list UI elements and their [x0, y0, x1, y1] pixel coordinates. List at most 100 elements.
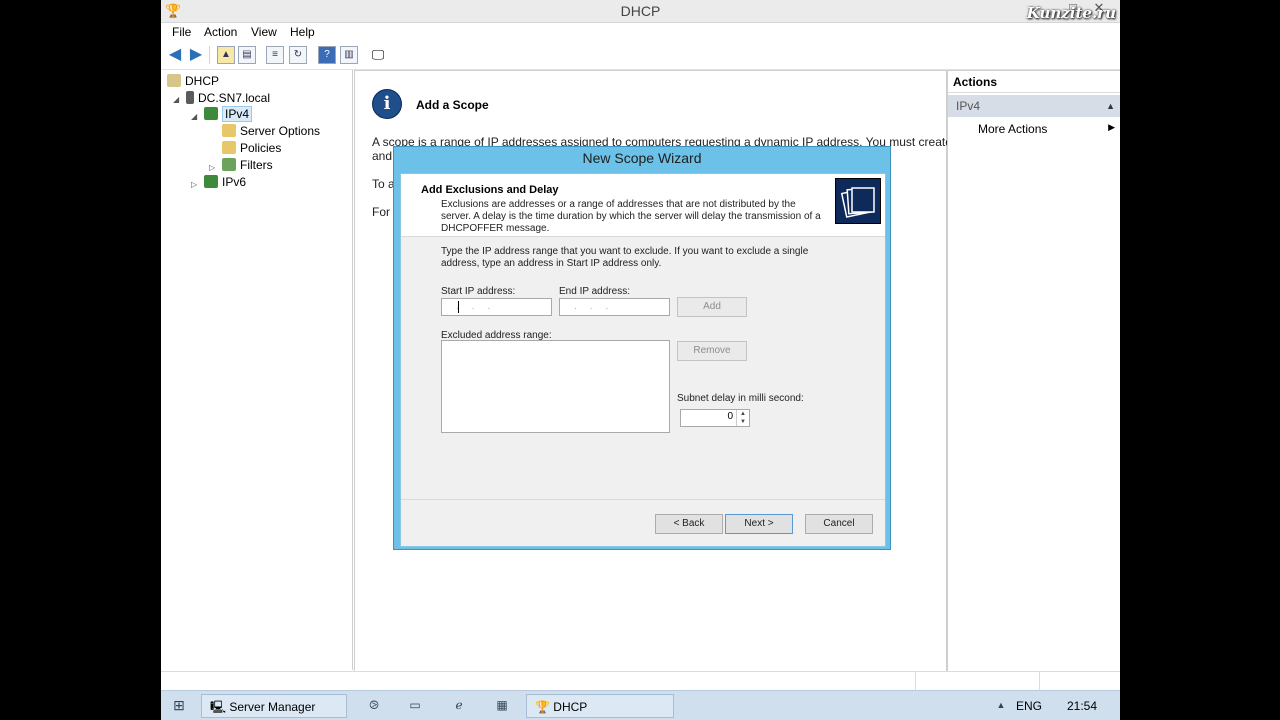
tree-label: DC.SN7.local	[198, 91, 271, 105]
app-grid-icon[interactable]: ▦	[494, 697, 510, 713]
tree-label: Server Options	[240, 124, 321, 138]
toolbar: ◀ ▶ ▲ ▤ ≡ ↻ ? ▥ 🖵	[161, 43, 1120, 70]
next-button[interactable]: Next >	[725, 514, 793, 534]
tree-item-server-options[interactable]: Server Options	[222, 124, 320, 140]
ip-dots: ...	[456, 301, 504, 312]
dhcp-taskbar-icon: 🏆	[535, 700, 550, 714]
server-icon	[186, 91, 194, 104]
title-bar: 🏆 DHCP _ □ ✕ Kunzite.ru	[161, 0, 1120, 23]
back-button[interactable]: < Back	[655, 514, 723, 534]
internet-explorer-icon[interactable]: ℯ	[451, 697, 467, 713]
collapse-up-icon[interactable]: ▲	[1106, 95, 1115, 117]
ipv4-icon	[204, 107, 218, 120]
start-ip-input[interactable]: ...	[441, 298, 552, 316]
tree-item-ipv6[interactable]: IPv6	[204, 175, 246, 191]
subnet-delay-spinner[interactable]: 0 ▲ ▼	[680, 409, 750, 427]
subnet-delay-label: Subnet delay in milli second:	[677, 393, 804, 404]
dialog-title: New Scope Wizard	[582, 150, 702, 166]
spinner-arrows-icon[interactable]: ▲ ▼	[736, 410, 749, 426]
remove-button[interactable]: Remove	[677, 341, 747, 361]
submenu-arrow-icon: ▶	[1108, 122, 1115, 132]
policies-icon	[222, 141, 236, 154]
tree-label: Filters	[240, 158, 273, 172]
back-arrow-icon[interactable]: ◀	[166, 46, 184, 64]
actions-section-ipv4[interactable]: IPv4 ▲	[948, 95, 1120, 117]
actions-pane: Actions IPv4 ▲ More Actions ▶	[947, 70, 1120, 672]
more-actions-link[interactable]: More Actions	[978, 122, 1047, 136]
forward-arrow-icon[interactable]: ▶	[187, 46, 205, 64]
tree-label: Policies	[240, 141, 282, 155]
window-title: DHCP	[620, 3, 661, 19]
end-ip-input[interactable]: ...	[559, 298, 670, 316]
tree-item-policies[interactable]: Policies	[222, 141, 281, 157]
tree-item-dhcp[interactable]: DHCP	[167, 74, 219, 90]
menu-file[interactable]: File	[172, 25, 191, 39]
properties-icon[interactable]: ≡	[266, 46, 284, 64]
tree-label-selected: IPv4	[222, 106, 253, 122]
subnet-delay-value: 0	[727, 411, 733, 422]
taskbar-dhcp[interactable]: 🏆 DHCP	[526, 694, 674, 718]
wizard-header: Add Exclusions and Delay Exclusions are …	[401, 174, 885, 237]
dialog-client: Add Exclusions and Delay Exclusions are …	[400, 173, 886, 547]
wizard-folders-icon	[835, 178, 881, 224]
status-cell	[915, 672, 916, 691]
menu-action[interactable]: Action	[204, 25, 237, 39]
server-options-icon	[222, 124, 236, 137]
page-heading: Add a Scope	[416, 98, 489, 112]
new-scope-wizard-dialog: New Scope Wizard Add Exclusions and Dela…	[393, 146, 891, 550]
powershell-icon[interactable]: ⧁	[366, 697, 382, 713]
toolbar-separator	[209, 46, 210, 64]
refresh-icon[interactable]: ↻	[289, 46, 307, 64]
instructions-text: Type the IP address range that you want …	[441, 246, 809, 269]
taskbar-server-manager[interactable]: 🖳 Server Manager	[201, 694, 347, 718]
monitor-icon[interactable]: 🖵	[369, 46, 387, 64]
action-pane-icon[interactable]: ▥	[340, 46, 358, 64]
status-cell	[1039, 672, 1040, 691]
language-indicator[interactable]: ENG	[1016, 694, 1042, 718]
actions-header: Actions	[948, 71, 1120, 93]
add-button[interactable]: Add	[677, 297, 747, 317]
description-text: and	[372, 149, 393, 163]
cancel-button[interactable]: Cancel	[805, 514, 873, 534]
end-ip-label: End IP address:	[559, 286, 630, 297]
collapse-arrow-icon[interactable]: ◢	[173, 95, 179, 104]
collapse-arrow-icon[interactable]: ◢	[191, 112, 197, 121]
server-manager-icon: 🖳	[210, 700, 227, 714]
desktop-screen: 🏆 DHCP _ □ ✕ Kunzite.ru File Action View H…	[161, 0, 1120, 720]
menu-help[interactable]: Help	[290, 25, 315, 39]
start-ip-label: Start IP address:	[441, 286, 516, 297]
menu-view[interactable]: View	[251, 25, 277, 39]
expand-arrow-icon[interactable]: ▷	[191, 180, 197, 189]
excluded-range-list[interactable]	[441, 340, 670, 433]
tree-label: IPv6	[222, 175, 247, 189]
tree-item-server[interactable]: DC.SN7.local	[186, 91, 270, 107]
ip-dots: ...	[574, 301, 622, 312]
footer-divider	[401, 499, 885, 500]
folder-up-icon[interactable]: ▲	[217, 46, 235, 64]
taskbar-label: DHCP	[553, 700, 588, 714]
expand-arrow-icon[interactable]: ▷	[209, 163, 215, 172]
tree-item-filters[interactable]: Filters	[222, 158, 273, 174]
console-tree: DHCP ◢ DC.SN7.local ◢ IPv4 Server Option…	[161, 70, 353, 670]
filters-icon	[222, 158, 236, 171]
description-text: To a	[372, 177, 395, 191]
start-windows-icon[interactable]: ⊞	[171, 697, 187, 713]
file-explorer-icon[interactable]: ▭	[407, 697, 423, 713]
info-icon: i	[372, 89, 402, 119]
details-pane: i Add a Scope A scope is a range of IP a…	[354, 70, 952, 672]
tree-item-ipv4[interactable]: IPv4	[204, 106, 253, 123]
taskbar: ⊞ 🖳 Server Manager ⧁ ▭ ℯ ▦ 🏆 DHCP ▲ ENG …	[161, 690, 1120, 720]
watermark: Kunzite.ru	[1026, 4, 1116, 22]
status-bar	[161, 671, 1120, 691]
wizard-page-description: Exclusions are addresses or a range of a…	[441, 199, 821, 234]
help-icon[interactable]: ?	[318, 46, 336, 64]
clock[interactable]: 21:54	[1067, 694, 1097, 718]
actions-section-label: IPv4	[956, 99, 981, 113]
text-cursor	[458, 301, 459, 313]
dhcp-tree-icon	[167, 74, 181, 87]
ipv6-icon	[204, 175, 218, 188]
tree-label: DHCP	[185, 74, 220, 88]
notification-chevron-icon[interactable]: ▲	[993, 697, 1009, 713]
show-hide-tree-icon[interactable]: ▤	[238, 46, 256, 64]
menu-bar: File Action View Help	[161, 23, 1120, 42]
